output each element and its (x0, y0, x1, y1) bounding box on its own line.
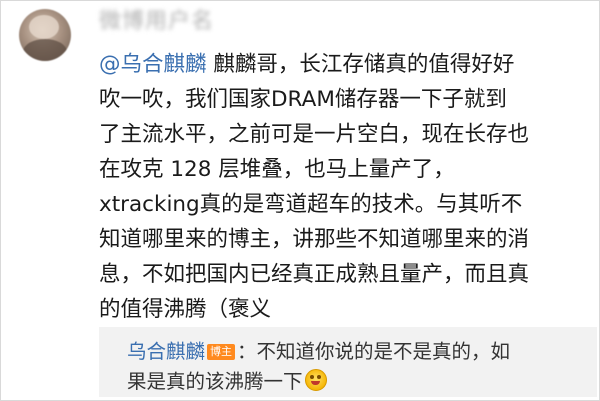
grinning-face-icon (304, 369, 327, 391)
comment-line-5: xtracking真的是弯道超车的技术。与其听不 (99, 192, 523, 217)
reply-line-1-text: ：不知道你说的是不是真的，如 (237, 340, 511, 363)
comment-line-2: 吹一吹，我们国家DRAM储存器一下子就到 (99, 87, 507, 112)
reply-line-2-text: 果是真的该沸腾一下 (127, 370, 303, 393)
reply-author-link[interactable]: 乌合麒麟 (127, 340, 205, 363)
reply-box[interactable]: 乌合麒麟 博主 ：不知道你说的是不是真的，如 果是真的该沸腾一下 (99, 327, 597, 397)
comment-text: @乌合麒麟 麒麟哥，长江存储真的值得好好 吹一吹，我们国家DRAM储存器一下子就… (99, 47, 591, 327)
reply-text: 乌合麒麟 博主 ：不知道你说的是不是真的，如 果是真的该沸腾一下 (127, 337, 589, 397)
avatar[interactable] (19, 9, 71, 61)
comment-line-1: @乌合麒麟 麒麟哥，长江存储真的值得好好 (99, 47, 591, 82)
commenter-username[interactable]: 微博用户名 (99, 9, 214, 35)
reply-line-2: 果是真的该沸腾一下 (127, 367, 589, 397)
comment-line-3: 了主流水平，之前可是一片空白，现在长存也 (99, 122, 530, 147)
comment-line-7: 息，不如把国内已经真正成熟且量产，而且真 (99, 262, 530, 287)
author-badge: 博主 (207, 344, 236, 360)
comment-line-6: 知道哪里来的博主，讲那些不知道哪里来的消 (99, 227, 530, 252)
comment-line-8: 的值得沸腾（褒义 (99, 297, 272, 322)
avatar-face-blob (29, 15, 59, 39)
mention-link[interactable]: @乌合麒麟 (99, 52, 207, 77)
avatar-body-blob (23, 39, 67, 61)
comment-line-1-text: 麒麟哥，长江存储真的值得好好 (206, 52, 515, 77)
reply-line-1: 乌合麒麟 博主 ：不知道你说的是不是真的，如 (127, 337, 589, 367)
comment-line-4: 在攻克 128 层堆叠，也马上量产了， (99, 157, 455, 182)
comment-card: 微博用户名 @乌合麒麟 麒麟哥，长江存储真的值得好好 吹一吹，我们国家DRAM储… (0, 0, 600, 401)
